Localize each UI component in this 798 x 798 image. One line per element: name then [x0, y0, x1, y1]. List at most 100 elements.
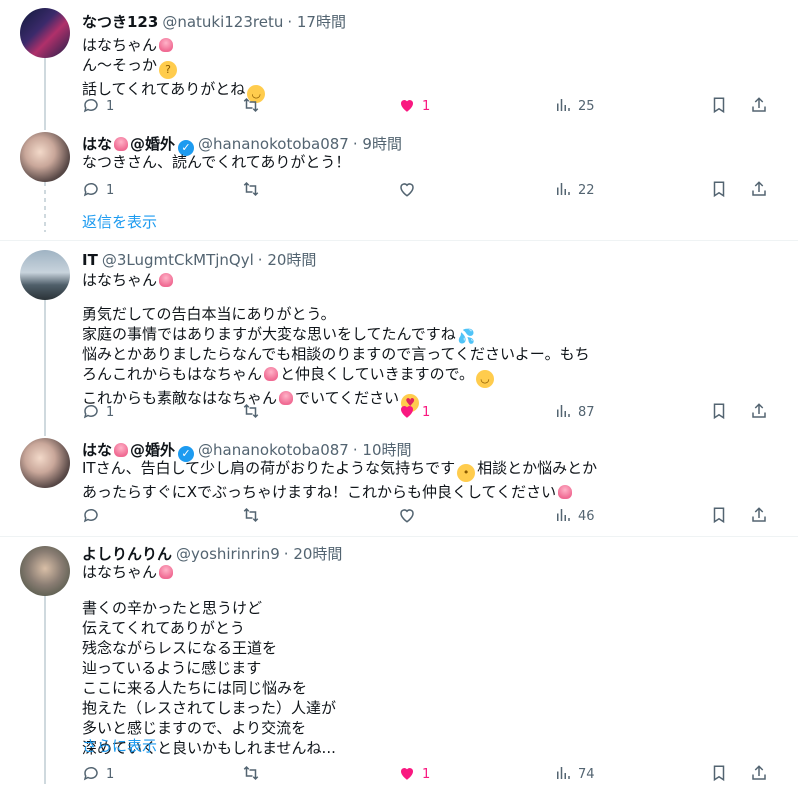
reply-count: 1: [106, 405, 115, 420]
display-name[interactable]: はな @婚外: [82, 135, 175, 153]
user-handle[interactable]: @natuki123retu: [162, 13, 283, 31]
bookmark-icon: [713, 403, 725, 420]
bookmark-button[interactable]: [710, 402, 728, 422]
user-handle[interactable]: @hananokotoba087: [198, 135, 349, 153]
tulip-emoji-icon: [159, 38, 174, 52]
timestamp[interactable]: · 17時間: [287, 13, 346, 31]
text-line: 深めていくと良いかもしれませんね...: [82, 739, 336, 757]
like-button[interactable]: 1: [398, 96, 430, 116]
views-button[interactable]: 46: [554, 506, 595, 526]
tweet-text: なつきさん、読んでくれてありがとう！: [82, 152, 782, 172]
avatar[interactable]: [20, 438, 70, 488]
display-name[interactable]: IT: [82, 251, 98, 269]
avatar[interactable]: [20, 132, 70, 182]
bookmark-button[interactable]: [710, 180, 728, 200]
tulip-emoji-icon: [159, 565, 174, 579]
pleading-face-emoji-icon: •: [457, 464, 476, 482]
display-name[interactable]: なつき123: [82, 13, 158, 31]
tulip-emoji-icon: [159, 273, 174, 287]
bookmark-button[interactable]: [710, 506, 728, 526]
user-handle[interactable]: @3LugmtCkMTjnQyl: [102, 251, 254, 269]
timestamp[interactable]: · 9時間: [353, 135, 402, 153]
show-replies-link[interactable]: 返信を表示: [82, 212, 157, 232]
tweet[interactable]: はな @婚外 ✓ @hananokotoba087 · 9時間 なつきさん、読んでくれて…: [0, 130, 798, 240]
retweet-icon: [243, 97, 259, 113]
avatar[interactable]: [20, 250, 70, 300]
timestamp[interactable]: · 10時間: [353, 441, 412, 459]
views-button[interactable]: 87: [554, 402, 595, 422]
retweet-icon: [243, 403, 259, 419]
reply-button[interactable]: [82, 506, 100, 526]
retweet-button[interactable]: [242, 764, 260, 784]
text-line: 残念ながらレスになる王道を: [82, 639, 278, 657]
tweet[interactable]: はな @婚外 ✓ @hananokotoba087 · 10時間 ITさん、告白して少し…: [0, 436, 798, 536]
show-more-link[interactable]: さらに表示: [82, 736, 157, 756]
retweet-button[interactable]: [242, 180, 260, 200]
share-button[interactable]: [750, 506, 768, 526]
retweet-icon: [243, 181, 259, 197]
share-button[interactable]: [750, 96, 768, 116]
text-line: 多いと感じますので、より交流を: [82, 719, 307, 737]
retweet-button[interactable]: [242, 506, 260, 526]
tweet[interactable]: よしりんりん @yoshirinrin9 · 20時間 はなちゃん 書くの辛かったと…: [0, 536, 798, 798]
views-button[interactable]: 25: [554, 96, 595, 116]
smiling-face-emoji-icon: ◡: [475, 370, 494, 388]
heart-icon: [400, 767, 414, 780]
timestamp[interactable]: · 20時間: [284, 545, 343, 563]
avatar[interactable]: [20, 8, 70, 58]
retweet-button[interactable]: [242, 402, 260, 422]
sweat-drops-emoji-icon: 💦: [457, 329, 476, 345]
view-count: 25: [578, 99, 595, 114]
bookmark-button[interactable]: [710, 96, 728, 116]
bookmark-icon: [713, 97, 725, 114]
retweet-button[interactable]: [242, 96, 260, 116]
display-name[interactable]: はな @婚外: [82, 441, 175, 459]
user-handle[interactable]: @yoshirinrin9: [176, 545, 280, 563]
share-button[interactable]: [750, 764, 768, 784]
reply-button[interactable]: 1: [82, 180, 114, 200]
text-line: あったらすぐにXでぶっちゃけますね！これからも仲良くしてください: [82, 483, 557, 501]
text-line: 家庭の事情ではありますが大変な思いをしてたんですね: [82, 325, 456, 343]
reply-icon: [83, 766, 98, 781]
thinking-face-emoji-icon: ?: [159, 61, 178, 79]
display-name-text: はな: [82, 441, 113, 459]
text-line: 抱えた（レスされてしまった）人達が: [82, 699, 336, 717]
timestamp[interactable]: · 20時間: [258, 251, 317, 269]
reply-button[interactable]: 1: [82, 96, 114, 116]
share-icon: [752, 765, 766, 780]
like-button[interactable]: 1: [398, 402, 430, 422]
tweet[interactable]: なつき123 @natuki123retu · 17時間 はなちゃん ん〜そっか? …: [0, 0, 798, 130]
views-icon: [557, 99, 570, 111]
tweet-text: はなちゃん 書くの辛かったと思うけど 伝えてくれてありがとう 残念ながらレスにな…: [82, 562, 782, 758]
user-handle[interactable]: @hananokotoba087: [198, 441, 349, 459]
reply-count: 1: [106, 99, 115, 114]
like-button[interactable]: 1: [398, 764, 430, 784]
avatar[interactable]: [20, 546, 70, 596]
tweet-text: はなちゃん 勇気だしての告白本当にありがとう。 家庭の事情ではありますが大変な思…: [82, 270, 782, 412]
reply-icon: [83, 508, 98, 523]
display-name[interactable]: よしりんりん: [82, 545, 172, 563]
share-button[interactable]: [750, 180, 768, 200]
like-button[interactable]: [398, 506, 416, 526]
views-button[interactable]: 74: [554, 764, 595, 784]
bookmark-button[interactable]: [710, 764, 728, 784]
view-count: 46: [578, 509, 595, 524]
action-bar: 46: [82, 506, 782, 526]
text-line: 書くの辛かったと思うけど: [82, 599, 263, 617]
tulip-emoji-icon: [114, 137, 129, 151]
reply-button[interactable]: 1: [82, 764, 114, 784]
tweet-text: ITさん、告白して少し肩の荷がおりたような気持ちです • 相談とか悩みとか あったら…: [82, 458, 782, 502]
views-icon: [557, 183, 570, 195]
view-count: 74: [578, 767, 595, 782]
share-icon: [752, 507, 766, 522]
views-button[interactable]: 22: [554, 180, 595, 200]
tulip-emoji-icon: [558, 485, 573, 499]
like-count: 1: [422, 767, 431, 782]
retweet-icon: [243, 765, 259, 781]
reply-button[interactable]: 1: [82, 402, 114, 422]
tweet-header: よしりんりん @yoshirinrin9 · 20時間: [82, 544, 342, 564]
share-button[interactable]: [750, 402, 768, 422]
tweet[interactable]: IT @3LugmtCkMTjnQyl · 20時間 はなちゃん 勇気だしての告白本…: [0, 240, 798, 436]
like-button[interactable]: [398, 180, 416, 200]
display-name-text: はな: [82, 135, 113, 153]
